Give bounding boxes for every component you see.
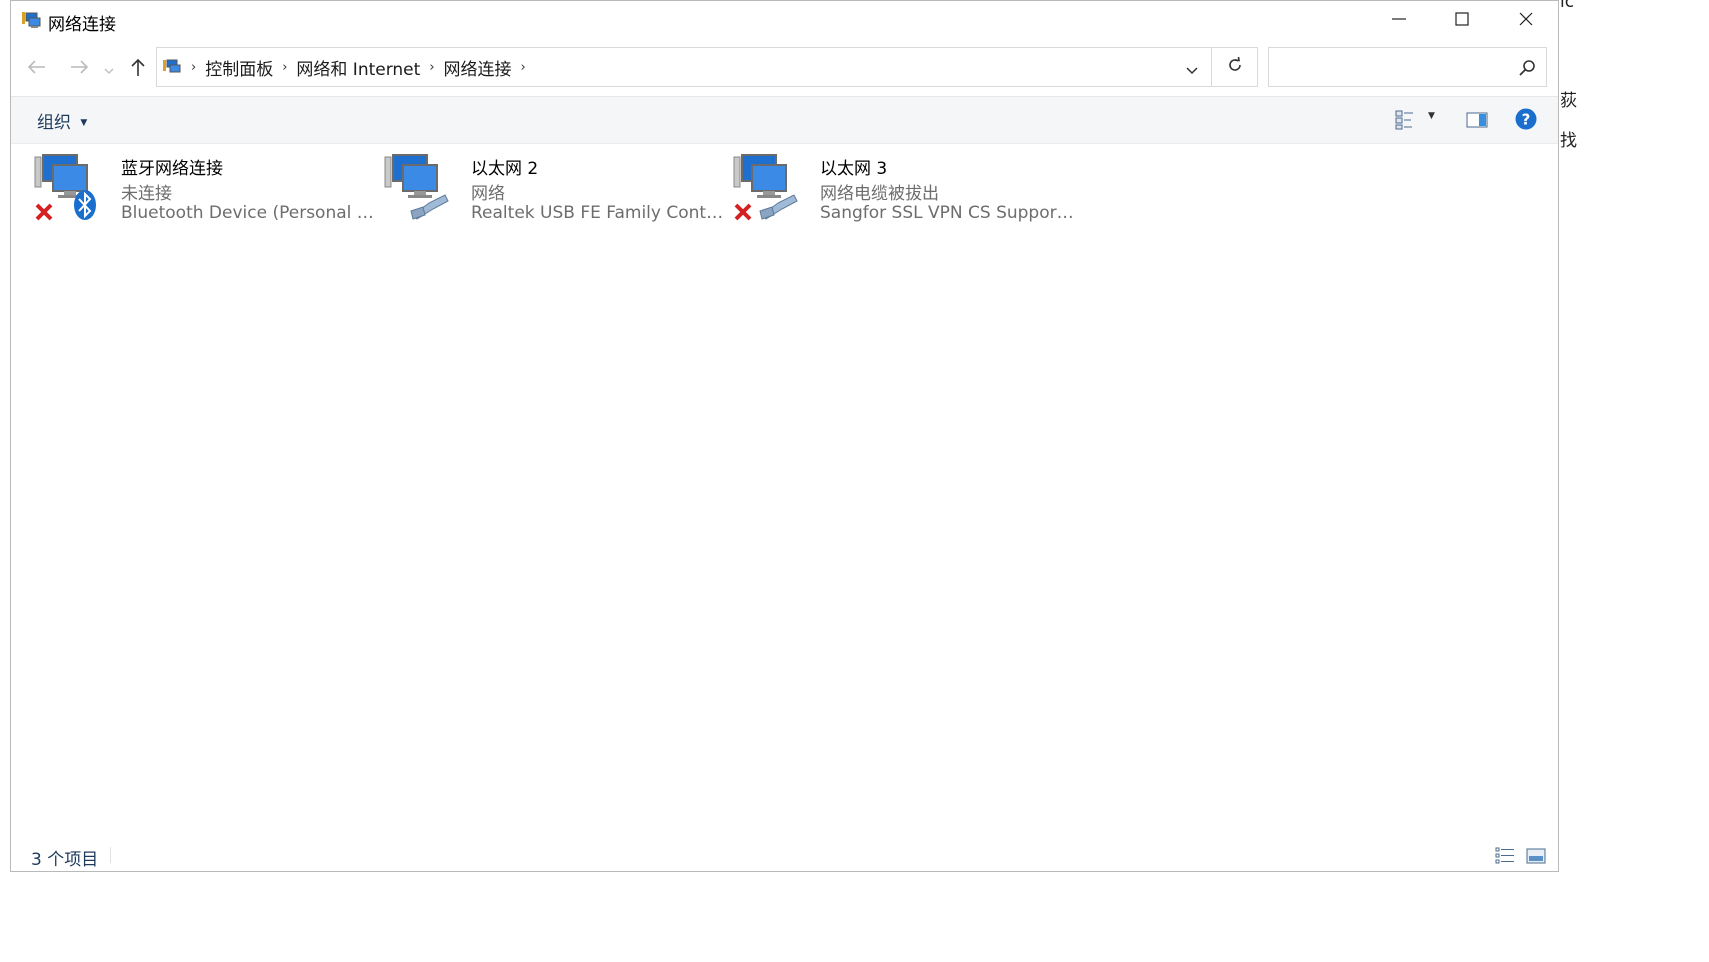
- background-window-text: 找: [1560, 131, 1577, 151]
- breadcrumb-separator[interactable]: ›: [282, 60, 287, 75]
- connection-status: 网络: [471, 184, 505, 204]
- dropdown-triangle-icon: ▼: [80, 118, 88, 128]
- command-bar: 组织 ▼ ▼ ?: [11, 96, 1558, 144]
- preview-pane-icon: [1466, 112, 1488, 132]
- network-location-icon: [162, 58, 182, 76]
- navigation-row: › 控制面板 › 网络和 Internet › 网络连接 ›: [11, 45, 1558, 93]
- svg-text:?: ?: [1522, 111, 1531, 129]
- maximize-button[interactable]: [1431, 1, 1493, 41]
- change-view-button[interactable]: [1395, 110, 1415, 134]
- ethernet-disconnected-icon: [732, 151, 802, 223]
- connection-status: 网络电缆被拔出: [820, 184, 939, 204]
- large-icons-view-icon: [1526, 848, 1546, 869]
- connection-item-ethernet-2[interactable]: 以太网 2 网络 Realtek USB FE Family Controll.…: [383, 151, 729, 231]
- large-icons-view-button[interactable]: [1526, 847, 1546, 869]
- connection-name: 以太网 2: [471, 159, 539, 179]
- bluetooth-network-icon: [33, 151, 103, 223]
- up-arrow-icon: [130, 57, 146, 81]
- connection-name: 蓝牙网络连接: [121, 159, 223, 179]
- connection-item-ethernet-3[interactable]: 以太网 3 网络电缆被拔出 Sangfor SSL VPN CS Support…: [732, 151, 1078, 231]
- refresh-icon: [1226, 56, 1244, 78]
- breadcrumb-network-connections[interactable]: 网络连接: [444, 55, 512, 80]
- organize-label: 组织: [37, 113, 71, 133]
- help-icon: ?: [1515, 108, 1537, 134]
- search-input[interactable]: [1275, 56, 1509, 80]
- explorer-window: 网络连接 › 控制面板 › 网络和 Internet › 网络连接 › 组织 ▼…: [10, 0, 1559, 872]
- connection-device: Realtek USB FE Family Controll...: [471, 203, 729, 223]
- ethernet-icon: [383, 151, 453, 223]
- connection-device: Sangfor SSL VPN CS Support S...: [820, 203, 1078, 223]
- connection-item-bluetooth[interactable]: 蓝牙网络连接 未连接 Bluetooth Device (Personal Ar…: [33, 151, 379, 231]
- view-options-dropdown[interactable]: ▼: [1428, 111, 1435, 121]
- item-count: 3 个项目: [31, 850, 99, 870]
- breadcrumb-network-internet[interactable]: 网络和 Internet: [296, 55, 420, 80]
- refresh-button[interactable]: [1212, 47, 1258, 87]
- details-view-button[interactable]: [1495, 847, 1515, 869]
- change-view-icon: [1395, 110, 1415, 134]
- background-window-text: ic: [1560, 0, 1575, 12]
- breadcrumb-control-panel[interactable]: 控制面板: [205, 55, 273, 80]
- minimize-icon: [1391, 11, 1407, 31]
- network-connections-icon: [21, 10, 43, 30]
- maximize-icon: [1454, 11, 1470, 31]
- connection-status: 未连接: [121, 184, 172, 204]
- forward-button[interactable]: [65, 55, 93, 83]
- chevron-down-icon: [103, 60, 115, 79]
- close-icon: [1518, 11, 1534, 31]
- status-bar: 3 个项目: [11, 841, 1558, 871]
- search-icon[interactable]: [1518, 59, 1536, 81]
- connection-name: 以太网 3: [820, 159, 888, 179]
- address-bar[interactable]: › 控制面板 › 网络和 Internet › 网络连接 ›: [156, 47, 1212, 87]
- breadcrumb-separator[interactable]: ›: [429, 60, 434, 75]
- preview-pane-button[interactable]: [1466, 112, 1488, 132]
- title-bar[interactable]: 网络连接: [11, 1, 1558, 41]
- help-button[interactable]: ?: [1515, 108, 1537, 134]
- chevron-down-icon: [1185, 61, 1199, 80]
- window-title: 网络连接: [48, 15, 116, 35]
- close-button[interactable]: [1495, 1, 1557, 41]
- status-divider: [110, 847, 111, 863]
- search-box[interactable]: [1268, 47, 1547, 87]
- connection-device: Bluetooth Device (Personal Are...: [121, 203, 379, 223]
- minimize-button[interactable]: [1368, 1, 1430, 41]
- background-window-text: 荻: [1560, 91, 1577, 111]
- back-arrow-icon: [27, 59, 47, 79]
- forward-arrow-icon: [69, 59, 89, 79]
- breadcrumb-separator[interactable]: ›: [521, 60, 526, 75]
- back-button[interactable]: [23, 55, 51, 83]
- details-view-icon: [1495, 847, 1515, 869]
- recent-locations-button[interactable]: [97, 55, 121, 83]
- up-button[interactable]: [124, 55, 152, 83]
- organize-menu-button[interactable]: 组织 ▼: [37, 108, 87, 133]
- address-dropdown-button[interactable]: [1185, 61, 1199, 80]
- breadcrumb-separator[interactable]: ›: [191, 60, 196, 75]
